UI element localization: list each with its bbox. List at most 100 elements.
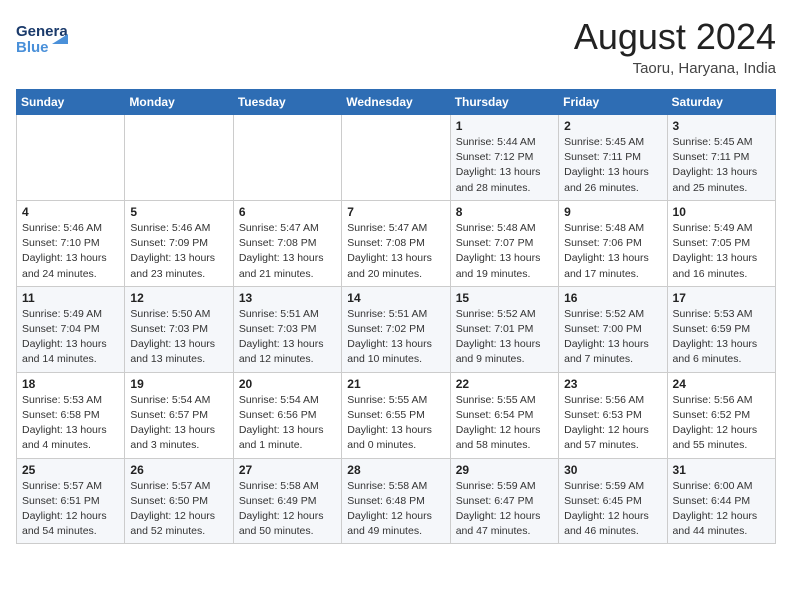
day-cell: 16 Sunrise: 5:52 AMSunset: 7:00 PMDayligh… — [559, 286, 667, 372]
day-number: 17 — [673, 291, 770, 305]
day-number: 5 — [130, 205, 227, 219]
day-cell: 8Sunrise: 5:48 AMSunset: 7:07 PMDaylight… — [450, 200, 558, 286]
day-detail: Sunrise: 5:56 AMSunset: 6:53 PMDaylight:… — [564, 393, 661, 454]
day-detail: Sunrise: 5:45 AMSunset: 7:11 PMDaylight:… — [673, 135, 770, 196]
week-row-1: 1Sunrise: 5:44 AMSunset: 7:12 PMDaylight… — [17, 115, 776, 201]
location-subtitle: Taoru, Haryana, India — [574, 60, 776, 77]
weekday-header-friday: Friday — [559, 90, 667, 115]
day-detail: Sunrise: 5:49 AMSunset: 7:05 PMDaylight:… — [673, 221, 770, 282]
day-cell — [17, 115, 125, 201]
svg-text:General: General — [16, 23, 68, 40]
page-header: General Blue August 2024 Taoru, Haryana,… — [16, 16, 776, 77]
day-cell: 22Sunrise: 5:55 AMSunset: 6:54 PMDayligh… — [450, 372, 558, 458]
day-cell: 10 Sunrise: 5:49 AMSunset: 7:05 PMDayligh… — [667, 200, 775, 286]
day-cell: 5 Sunrise: 5:46 AMSunset: 7:09 PMDaylight… — [125, 200, 233, 286]
day-number: 8 — [456, 205, 553, 219]
day-detail: Sunrise: 5:46 AMSunset: 7:10 PMDaylight:… — [22, 221, 119, 282]
day-number: 29 — [456, 463, 553, 477]
day-cell — [233, 115, 341, 201]
day-number: 20 — [239, 377, 336, 391]
weekday-header-sunday: Sunday — [17, 90, 125, 115]
day-number: 2 — [564, 119, 661, 133]
day-cell: 29 Sunrise: 5:59 AMSunset: 6:47 PMDayligh… — [450, 458, 558, 544]
day-cell: 2 Sunrise: 5:45 AMSunset: 7:11 PMDaylight… — [559, 115, 667, 201]
day-cell: 6 Sunrise: 5:47 AMSunset: 7:08 PMDaylight… — [233, 200, 341, 286]
day-cell — [125, 115, 233, 201]
day-detail: Sunrise: 5:50 AMSunset: 7:03 PMDaylight:… — [130, 307, 227, 368]
day-number: 11 — [22, 291, 119, 305]
logo-icon: General Blue — [16, 16, 68, 67]
day-number: 16 — [564, 291, 661, 305]
week-row-5: 25Sunrise: 5:57 AMSunset: 6:51 PMDayligh… — [17, 458, 776, 544]
day-detail: Sunrise: 5:53 AMSunset: 6:59 PMDaylight:… — [673, 307, 770, 368]
day-cell: 19 Sunrise: 5:54 AMSunset: 6:57 PMDayligh… — [125, 372, 233, 458]
weekday-header-row: SundayMondayTuesdayWednesdayThursdayFrid… — [17, 90, 776, 115]
day-detail: Sunrise: 5:59 AMSunset: 6:45 PMDaylight:… — [564, 479, 661, 540]
title-block: August 2024 Taoru, Haryana, India — [574, 16, 776, 77]
day-cell: 9Sunrise: 5:48 AMSunset: 7:06 PMDaylight… — [559, 200, 667, 286]
week-row-3: 11 Sunrise: 5:49 AMSunset: 7:04 PMDayligh… — [17, 286, 776, 372]
week-row-2: 4Sunrise: 5:46 AMSunset: 7:10 PMDaylight… — [17, 200, 776, 286]
day-cell: 3 Sunrise: 5:45 AMSunset: 7:11 PMDaylight… — [667, 115, 775, 201]
day-detail: Sunrise: 5:59 AMSunset: 6:47 PMDaylight:… — [456, 479, 553, 540]
day-detail: Sunrise: 5:58 AMSunset: 6:48 PMDaylight:… — [347, 479, 444, 540]
day-number: 31 — [673, 463, 770, 477]
day-cell: 12 Sunrise: 5:50 AMSunset: 7:03 PMDayligh… — [125, 286, 233, 372]
day-number: 1 — [456, 119, 553, 133]
day-detail: Sunrise: 5:51 AMSunset: 7:03 PMDaylight:… — [239, 307, 336, 368]
day-detail: Sunrise: 5:55 AMSunset: 6:55 PMDaylight:… — [347, 393, 444, 454]
day-detail: Sunrise: 5:46 AMSunset: 7:09 PMDaylight:… — [130, 221, 227, 282]
day-cell: 28Sunrise: 5:58 AMSunset: 6:48 PMDayligh… — [342, 458, 450, 544]
day-cell: 27 Sunrise: 5:58 AMSunset: 6:49 PMDayligh… — [233, 458, 341, 544]
day-number: 6 — [239, 205, 336, 219]
day-cell: 7 Sunrise: 5:47 AMSunset: 7:08 PMDaylight… — [342, 200, 450, 286]
day-number: 23 — [564, 377, 661, 391]
day-detail: Sunrise: 5:54 AMSunset: 6:57 PMDaylight:… — [130, 393, 227, 454]
day-cell: 24Sunrise: 5:56 AMSunset: 6:52 PMDayligh… — [667, 372, 775, 458]
day-number: 26 — [130, 463, 227, 477]
day-detail: Sunrise: 5:52 AMSunset: 7:00 PMDaylight:… — [564, 307, 661, 368]
day-number: 10 — [673, 205, 770, 219]
calendar-table: SundayMondayTuesdayWednesdayThursdayFrid… — [16, 89, 776, 544]
logo: General Blue — [16, 16, 68, 67]
day-cell: 11 Sunrise: 5:49 AMSunset: 7:04 PMDayligh… — [17, 286, 125, 372]
day-cell: 31Sunrise: 6:00 AMSunset: 6:44 PMDayligh… — [667, 458, 775, 544]
day-detail: Sunrise: 5:51 AMSunset: 7:02 PMDaylight:… — [347, 307, 444, 368]
day-cell: 4Sunrise: 5:46 AMSunset: 7:10 PMDaylight… — [17, 200, 125, 286]
day-cell: 15 Sunrise: 5:52 AMSunset: 7:01 PMDayligh… — [450, 286, 558, 372]
weekday-header-wednesday: Wednesday — [342, 90, 450, 115]
day-number: 27 — [239, 463, 336, 477]
day-number: 18 — [22, 377, 119, 391]
day-number: 14 — [347, 291, 444, 305]
day-detail: Sunrise: 5:53 AMSunset: 6:58 PMDaylight:… — [22, 393, 119, 454]
weekday-header-thursday: Thursday — [450, 90, 558, 115]
day-cell: 21 Sunrise: 5:55 AMSunset: 6:55 PMDayligh… — [342, 372, 450, 458]
day-detail: Sunrise: 5:49 AMSunset: 7:04 PMDaylight:… — [22, 307, 119, 368]
day-cell: 20Sunrise: 5:54 AMSunset: 6:56 PMDayligh… — [233, 372, 341, 458]
day-detail: Sunrise: 5:47 AMSunset: 7:08 PMDaylight:… — [239, 221, 336, 282]
day-number: 13 — [239, 291, 336, 305]
day-cell: 23 Sunrise: 5:56 AMSunset: 6:53 PMDayligh… — [559, 372, 667, 458]
day-detail: Sunrise: 5:47 AMSunset: 7:08 PMDaylight:… — [347, 221, 444, 282]
svg-text:Blue: Blue — [16, 39, 49, 56]
day-cell: 26Sunrise: 5:57 AMSunset: 6:50 PMDayligh… — [125, 458, 233, 544]
day-cell: 14 Sunrise: 5:51 AMSunset: 7:02 PMDayligh… — [342, 286, 450, 372]
day-number: 3 — [673, 119, 770, 133]
day-detail: Sunrise: 5:52 AMSunset: 7:01 PMDaylight:… — [456, 307, 553, 368]
day-number: 15 — [456, 291, 553, 305]
day-number: 22 — [456, 377, 553, 391]
day-detail: Sunrise: 5:45 AMSunset: 7:11 PMDaylight:… — [564, 135, 661, 196]
weekday-header-saturday: Saturday — [667, 90, 775, 115]
day-detail: Sunrise: 5:56 AMSunset: 6:52 PMDaylight:… — [673, 393, 770, 454]
day-number: 21 — [347, 377, 444, 391]
day-number: 30 — [564, 463, 661, 477]
week-row-4: 18 Sunrise: 5:53 AMSunset: 6:58 PMDayligh… — [17, 372, 776, 458]
day-number: 12 — [130, 291, 227, 305]
day-cell: 25Sunrise: 5:57 AMSunset: 6:51 PMDayligh… — [17, 458, 125, 544]
day-detail: Sunrise: 5:58 AMSunset: 6:49 PMDaylight:… — [239, 479, 336, 540]
weekday-header-monday: Monday — [125, 90, 233, 115]
day-cell: 13 Sunrise: 5:51 AMSunset: 7:03 PMDayligh… — [233, 286, 341, 372]
day-number: 7 — [347, 205, 444, 219]
day-number: 19 — [130, 377, 227, 391]
weekday-header-tuesday: Tuesday — [233, 90, 341, 115]
